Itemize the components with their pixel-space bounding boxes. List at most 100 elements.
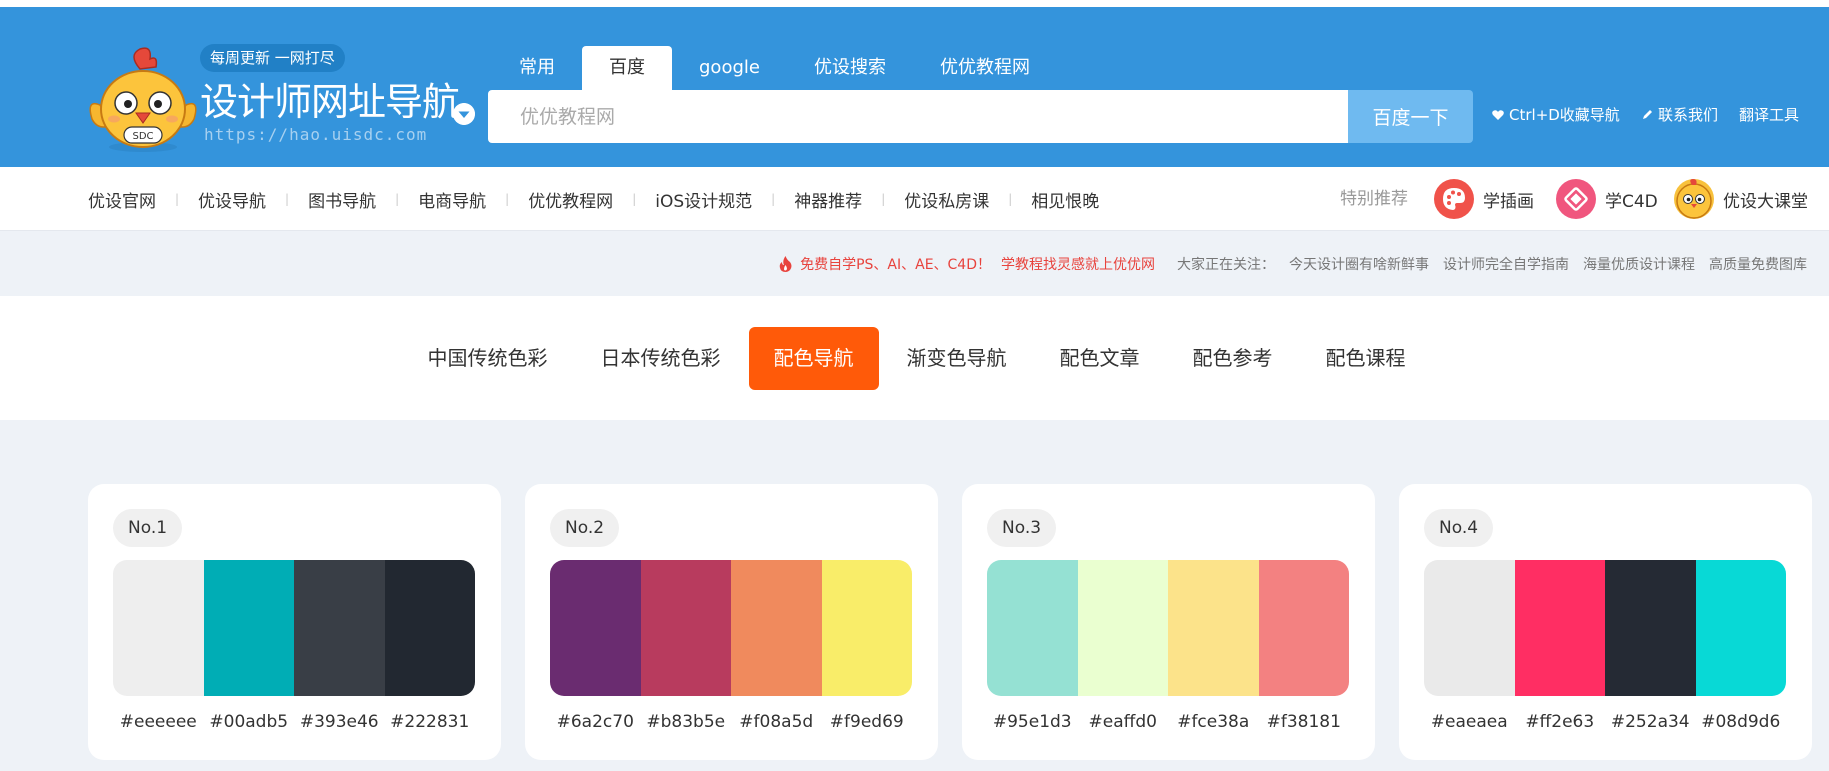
color-swatch[interactable] — [731, 560, 822, 696]
color-hex-code[interactable]: #95e1d3 — [987, 712, 1078, 732]
tab-uisdc-search[interactable]: 优设搜索 — [787, 46, 913, 90]
palette-number-badge: No.3 — [987, 509, 1057, 547]
color-hex-code[interactable]: #eaffd0 — [1078, 712, 1169, 732]
palette-icon — [1434, 179, 1474, 219]
logo-title: 设计师网址导航 — [200, 80, 460, 124]
trending-link[interactable]: 高质量免费图库 — [1709, 254, 1807, 274]
color-hex-code[interactable]: #f9ed69 — [822, 712, 913, 732]
nav-divider: | — [285, 192, 290, 206]
color-swatch[interactable] — [1424, 560, 1515, 696]
nav-link[interactable]: 相见恨晚 — [1031, 187, 1099, 212]
color-hex-code[interactable]: #252a34 — [1605, 712, 1696, 732]
palette-number-badge: No.4 — [1424, 509, 1494, 547]
recommend-classroom[interactable]: 优设大课堂 — [1674, 179, 1808, 219]
category-japanese-colors[interactable]: 日本传统色彩 — [576, 327, 746, 390]
nav-link[interactable]: 电商导航 — [418, 187, 486, 212]
tab-uiiiuiii[interactable]: 优优教程网 — [913, 46, 1057, 90]
color-swatch[interactable] — [1695, 560, 1786, 696]
palette-card[interactable]: No.1 #eeeeee #00adb5 #393e46 #222831 — [88, 484, 501, 760]
nav-divider: | — [632, 192, 637, 206]
color-swatch[interactable] — [1258, 560, 1349, 696]
site-nav: 优设官网 | 优设导航 | 图书导航 | 电商导航 | 优优教程网 | iOS设计规范 | … — [0, 167, 1829, 231]
palette-card[interactable]: No.4 #eaeaea #ff2e63 #252a34 #08d9d6 — [1399, 484, 1812, 760]
search-input[interactable] — [488, 90, 1348, 143]
nav-divider: | — [395, 192, 400, 206]
color-hex-code[interactable]: #08d9d6 — [1696, 712, 1787, 732]
palette-codes: #6a2c70 #b83b5e #f08a5d #f9ed69 — [550, 712, 912, 732]
category-color-articles[interactable]: 配色文章 — [1035, 327, 1165, 390]
tab-common[interactable]: 常用 — [492, 46, 582, 90]
nav-divider: | — [175, 192, 180, 206]
nav-links: 优设官网 | 优设导航 | 图书导航 | 电商导航 | 优优教程网 | iOS设计规范 | … — [88, 167, 1099, 231]
nav-divider: | — [1008, 192, 1013, 206]
notice-promo-link-2[interactable]: 学教程找灵感就上优优网 — [1001, 254, 1155, 274]
category-chinese-colors[interactable]: 中国传统色彩 — [403, 327, 573, 390]
color-hex-code[interactable]: #fce38a — [1168, 712, 1259, 732]
contact-link[interactable]: 联系我们 — [1641, 104, 1718, 125]
color-swatch[interactable] — [821, 560, 912, 696]
color-swatch[interactable] — [1605, 560, 1696, 696]
palette-swatches — [550, 560, 912, 696]
color-swatch[interactable] — [640, 560, 731, 696]
category-color-reference[interactable]: 配色参考 — [1168, 327, 1298, 390]
palette-number-badge: No.1 — [113, 509, 183, 547]
color-swatch[interactable] — [113, 560, 204, 696]
category-color-nav[interactable]: 配色导航 — [748, 327, 879, 390]
palette-codes: #eaeaea #ff2e63 #252a34 #08d9d6 — [1424, 712, 1786, 732]
color-swatch[interactable] — [294, 560, 385, 696]
color-swatch[interactable] — [1077, 560, 1168, 696]
mascot-icon — [1674, 179, 1714, 219]
recommend-illustration[interactable]: 学插画 — [1434, 179, 1534, 219]
logo-slogan-bubble: 每周更新 一网打尽 — [200, 44, 345, 72]
tab-baidu[interactable]: 百度 — [582, 46, 672, 90]
nav-link[interactable]: 优设导航 — [198, 187, 266, 212]
color-hex-code[interactable]: #eaeaea — [1424, 712, 1515, 732]
color-hex-code[interactable]: #eeeeee — [113, 712, 204, 732]
fire-icon — [779, 255, 792, 272]
palette-number-badge: No.2 — [550, 509, 620, 547]
notice-bar: 免费自学PS、AI、AE、C4D！ 学教程找灵感就上优优网 大家正在关注： 今天… — [0, 232, 1829, 295]
nav-link[interactable]: 优设官网 — [88, 187, 156, 212]
color-hex-code[interactable]: #b83b5e — [641, 712, 732, 732]
color-hex-code[interactable]: #00adb5 — [204, 712, 295, 732]
color-swatch[interactable] — [987, 560, 1078, 696]
palette-swatches — [113, 560, 475, 696]
nav-link[interactable]: 优设私房课 — [904, 187, 989, 212]
category-gradient-nav[interactable]: 渐变色导航 — [882, 327, 1032, 390]
trending-label: 大家正在关注： — [1177, 256, 1275, 273]
trending-link[interactable]: 今天设计圈有啥新鲜事 — [1289, 254, 1429, 274]
color-swatch[interactable] — [1168, 560, 1259, 696]
color-swatch[interactable] — [1514, 560, 1605, 696]
search-button[interactable]: 百度一下 — [1348, 90, 1473, 143]
contact-label: 联系我们 — [1658, 106, 1719, 124]
nav-link[interactable]: iOS设计规范 — [655, 187, 752, 212]
nav-divider: | — [881, 192, 886, 206]
color-swatch[interactable] — [203, 560, 294, 696]
nav-link[interactable]: 图书导航 — [308, 187, 376, 212]
site-logo[interactable]: SDC 每周更新 一网打尽 设计师网址导航 https://hao.uisdc.… — [88, 35, 488, 155]
translate-link[interactable]: 翻译工具 — [1739, 104, 1799, 125]
trending-link[interactable]: 设计师完全自学指南 — [1443, 254, 1569, 274]
bookmark-link[interactable]: Ctrl+D收藏导航 — [1492, 104, 1620, 125]
notice-promo-link[interactable]: 免费自学PS、AI、AE、C4D！ — [800, 254, 991, 274]
color-hex-code[interactable]: #f08a5d — [731, 712, 822, 732]
nav-link[interactable]: 优优教程网 — [528, 187, 613, 212]
color-hex-code[interactable]: #222831 — [385, 712, 476, 732]
palette-card[interactable]: No.3 #95e1d3 #eaffd0 #fce38a #f38181 — [962, 484, 1375, 760]
color-swatch[interactable] — [384, 560, 475, 696]
recommend-c4d[interactable]: 学C4D — [1556, 179, 1658, 219]
category-color-courses[interactable]: 配色课程 — [1301, 327, 1431, 390]
color-hex-code[interactable]: #6a2c70 — [550, 712, 641, 732]
color-hex-code[interactable]: #393e46 — [294, 712, 385, 732]
nav-link[interactable]: 神器推荐 — [794, 187, 862, 212]
color-hex-code[interactable]: #f38181 — [1259, 712, 1350, 732]
mascot-badge-text: SDC — [132, 131, 153, 142]
translate-label: 翻译工具 — [1739, 106, 1800, 124]
palette-card[interactable]: No.2 #6a2c70 #b83b5e #f08a5d #f9ed69 — [525, 484, 938, 760]
tab-google[interactable]: google — [672, 46, 787, 90]
logo-url: https://hao.uisdc.com — [204, 125, 428, 144]
logo-dropdown-icon[interactable] — [453, 103, 475, 125]
color-hex-code[interactable]: #ff2e63 — [1515, 712, 1606, 732]
trending-link[interactable]: 海量优质设计课程 — [1583, 254, 1695, 274]
color-swatch[interactable] — [550, 560, 641, 696]
